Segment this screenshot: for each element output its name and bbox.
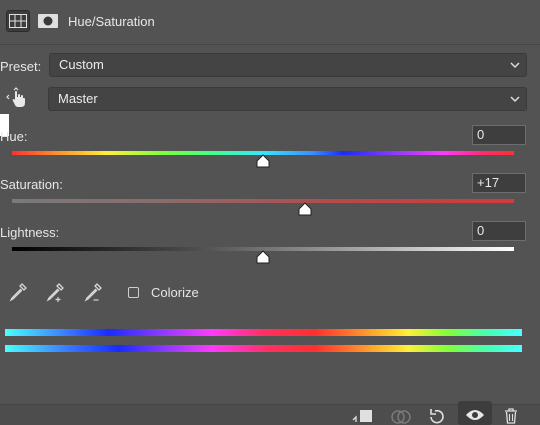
view-previous-state-icon[interactable] bbox=[389, 408, 413, 424]
eyedropper-add-icon[interactable] bbox=[44, 281, 66, 303]
eyedropper-icon[interactable] bbox=[7, 281, 29, 303]
saturation-slider-thumb[interactable] bbox=[297, 202, 313, 216]
lightness-slider-thumb[interactable] bbox=[255, 250, 271, 264]
mask-icon[interactable] bbox=[36, 10, 60, 32]
visibility-icon bbox=[466, 410, 484, 420]
lightness-input[interactable]: 0 bbox=[472, 221, 526, 241]
saturation-label: Saturation: bbox=[0, 177, 63, 192]
saturation-input[interactable]: +17 bbox=[472, 173, 526, 193]
saturation-slider-track[interactable] bbox=[12, 199, 514, 203]
targeted-adjustment-hand-icon[interactable] bbox=[6, 86, 30, 110]
visibility-toggle[interactable] bbox=[458, 401, 492, 425]
channel-value: Master bbox=[58, 91, 98, 106]
preset-label: Preset: bbox=[0, 59, 42, 74]
hue-input[interactable]: 0 bbox=[472, 125, 526, 145]
hue-slider-thumb[interactable] bbox=[255, 154, 271, 168]
output-color-spectrum[interactable] bbox=[5, 345, 522, 352]
lightness-label: Lightness: bbox=[0, 225, 60, 240]
preset-value: Custom bbox=[59, 57, 104, 72]
panel-footer bbox=[0, 401, 540, 425]
eyedropper-subtract-icon[interactable] bbox=[82, 281, 104, 303]
colorize-label: Colorize bbox=[151, 285, 199, 300]
delete-icon[interactable] bbox=[503, 407, 519, 425]
panel-header: Hue/Saturation bbox=[0, 0, 540, 44]
reset-icon[interactable] bbox=[427, 408, 447, 424]
input-color-spectrum bbox=[5, 329, 522, 336]
chevron-down-icon bbox=[510, 96, 520, 103]
adjustment-layer-icon[interactable] bbox=[6, 10, 30, 32]
preset-select[interactable]: Custom bbox=[49, 53, 527, 77]
chevron-down-icon bbox=[510, 62, 520, 69]
channel-select[interactable]: Master bbox=[48, 87, 527, 111]
clip-to-layer-icon[interactable] bbox=[351, 408, 375, 424]
hue-label: Hue: bbox=[0, 129, 28, 144]
colorize-checkbox[interactable] bbox=[128, 287, 139, 298]
header-divider bbox=[0, 44, 540, 45]
panel-title: Hue/Saturation bbox=[68, 14, 155, 29]
